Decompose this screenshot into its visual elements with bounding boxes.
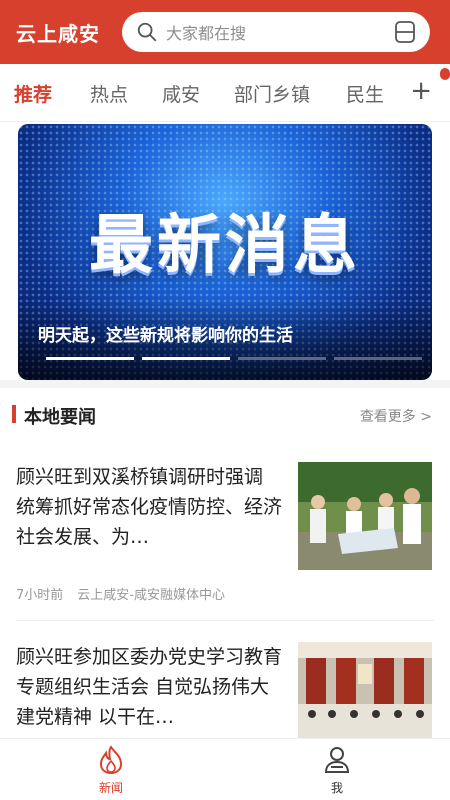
nav-news[interactable]: 新闻 (66, 745, 156, 796)
category-tabs: 推荐 热点 咸安 部门乡镇 民生 + (0, 64, 450, 122)
tab-departments[interactable]: 部门乡镇 (234, 80, 310, 107)
search-bar[interactable]: 大家都在搜 (122, 12, 430, 52)
nav-news-label: 新闻 (98, 781, 123, 795)
news-thumbnail[interactable] (298, 462, 432, 570)
add-tab-button[interactable]: + (410, 76, 432, 106)
tab-hot[interactable]: 热点 (90, 80, 128, 107)
nav-me[interactable]: 我 (292, 745, 382, 796)
news-source: 云上咸安-咸安融媒体中心 (77, 588, 225, 603)
nav-me-label: 我 (330, 781, 343, 795)
see-more-link[interactable]: 查看更多 > (360, 406, 432, 426)
search-placeholder: 大家都在搜 (166, 24, 247, 43)
carousel-dot[interactable] (238, 357, 326, 360)
scan-icon[interactable] (394, 20, 416, 44)
divider (16, 620, 434, 621)
news-title[interactable]: 顾兴旺到双溪桥镇调研时强调 统筹抓好常态化疫情防控、经济社会发展、为… (16, 462, 282, 552)
bottom-navigation: 新闻 我 (0, 738, 450, 800)
notification-dot (440, 68, 450, 80)
news-photo (298, 642, 432, 738)
carousel-dot[interactable] (142, 357, 230, 360)
section-header: 本地要闻 查看更多 > (0, 396, 450, 432)
carousel-indicator (46, 357, 422, 360)
news-time: 7小时前 (16, 588, 64, 603)
news-thumbnail[interactable] (298, 642, 432, 738)
search-icon (137, 22, 157, 42)
news-item[interactable]: 顾兴旺到双溪桥镇调研时强调 统筹抓好常态化疫情防控、经济社会发展、为… 7小时前… (0, 462, 450, 622)
top-bar: 云上咸安 大家都在搜 (0, 0, 450, 64)
banner-carousel[interactable]: 最新消息 明天起，这些新规将影响你的生活 (18, 124, 432, 380)
tab-xianan[interactable]: 咸安 (162, 80, 200, 107)
banner-headline: 最新消息 (89, 209, 361, 283)
user-icon (324, 747, 350, 773)
section-title: 本地要闻 (24, 407, 96, 428)
tab-livelihood[interactable]: 民生 (346, 80, 384, 107)
flame-icon (99, 745, 123, 775)
news-item[interactable]: 顾兴旺参加区委办党史学习教育专题组织生活会 自觉弘扬伟大建党精神 以干在… (0, 642, 450, 738)
tab-recommend[interactable]: 推荐 (14, 80, 52, 107)
section-gap (0, 380, 450, 388)
news-meta: 7小时前 云上咸安-咸安融媒体中心 (16, 584, 239, 603)
news-title[interactable]: 顾兴旺参加区委办党史学习教育专题组织生活会 自觉弘扬伟大建党精神 以干在… (16, 642, 282, 732)
carousel-dot[interactable] (334, 357, 422, 360)
carousel-dot[interactable] (46, 357, 134, 360)
app-logo: 云上咸安 (16, 21, 100, 46)
banner-caption: 明天起，这些新规将影响你的生活 (38, 326, 293, 346)
section-accent-bar (12, 405, 16, 423)
news-photo (298, 462, 432, 570)
